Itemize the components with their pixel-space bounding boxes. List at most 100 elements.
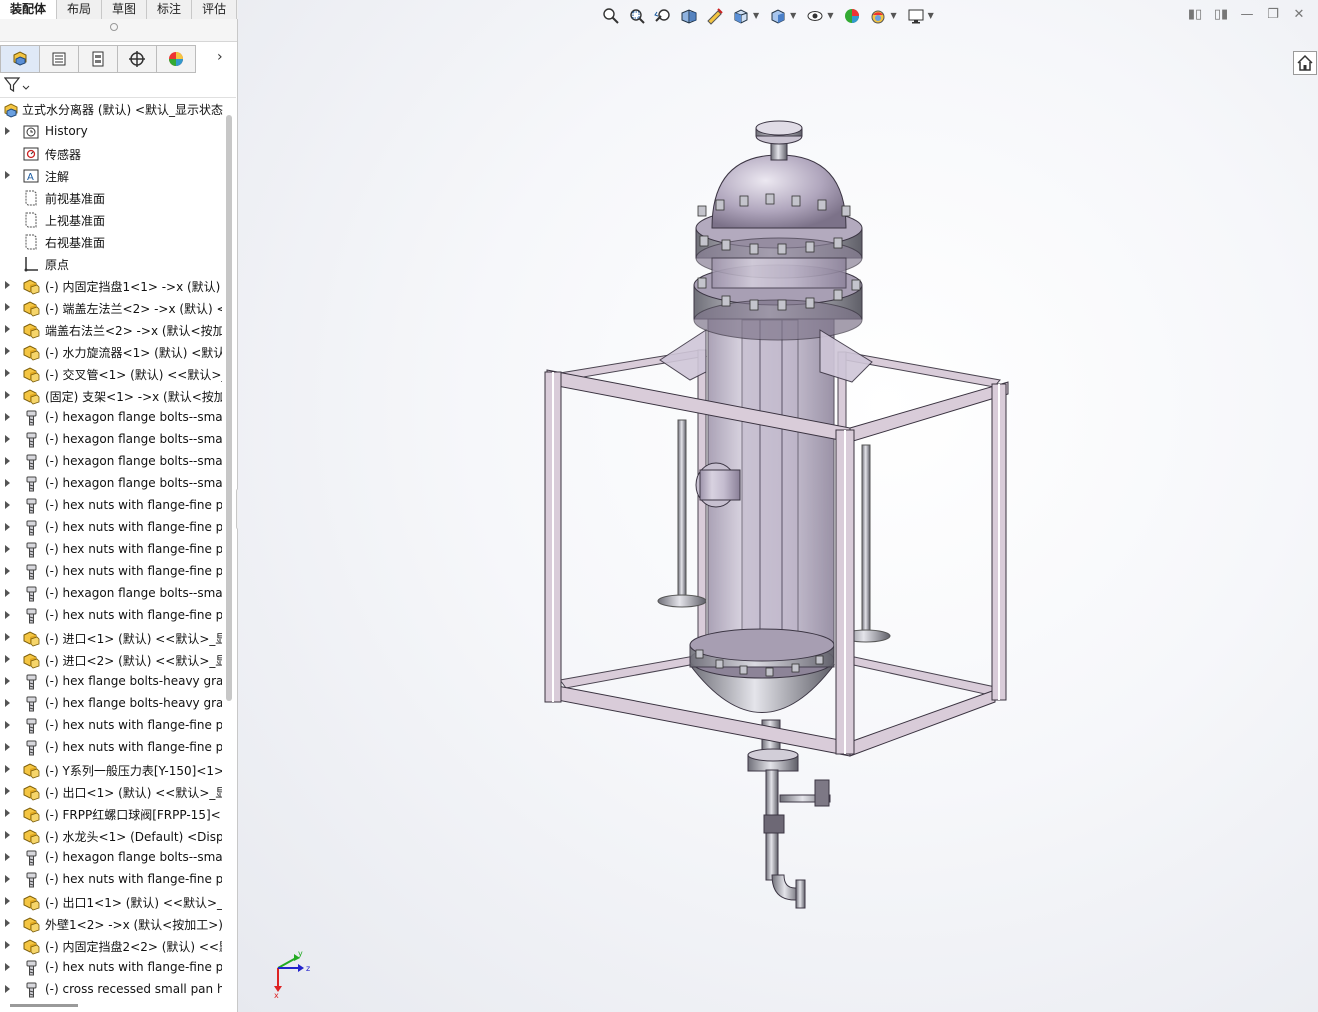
view-settings-button[interactable] (905, 6, 927, 26)
expand-arrow-icon[interactable] (5, 677, 10, 685)
tree-item[interactable]: (-) hex flange bolts-heavy gra (0, 671, 222, 693)
tree-item[interactable]: (-) hex nuts with flange-fine pi (0, 539, 222, 561)
tree-item[interactable]: (固定) 支架<1> ->x (默认<按加 (0, 385, 222, 407)
tree-item[interactable]: (-) hex nuts with flange-fine pi (0, 495, 222, 517)
tree-item[interactable]: (-) 内固定挡盘2<2> (默认) <<默 (0, 935, 222, 957)
tree-item[interactable]: (-) 端盖左法兰<2> ->x (默认) < (0, 297, 222, 319)
dropdown-caret-icon[interactable]: ▼ (790, 6, 796, 26)
expand-arrow-icon[interactable] (5, 831, 10, 839)
expand-arrow-icon[interactable] (5, 413, 10, 421)
tree-item[interactable]: (-) hex nuts with flange-fine pi (0, 715, 222, 737)
expand-arrow-icon[interactable] (5, 941, 10, 949)
expand-arrow-icon[interactable] (5, 699, 10, 707)
dropdown-caret-icon[interactable]: ▼ (827, 6, 833, 26)
expand-arrow-icon[interactable] (5, 391, 10, 399)
expand-arrow-icon[interactable] (5, 567, 10, 575)
dynamic-annotation-button[interactable] (704, 6, 726, 26)
command-tab-3[interactable]: 标注 (147, 0, 193, 19)
fm-tab-feature-manager[interactable] (0, 45, 40, 73)
expand-arrow-icon[interactable] (5, 303, 10, 311)
tree-item[interactable]: (-) hex nuts with flange-fine pi (0, 605, 222, 627)
expand-arrow-icon[interactable] (5, 589, 10, 597)
expand-arrow-icon[interactable] (5, 655, 10, 663)
tree-item[interactable]: (-) hex nuts with flange-fine pi (0, 517, 222, 539)
expand-arrow-icon[interactable] (5, 457, 10, 465)
display-style-button[interactable] (767, 6, 789, 26)
more-tabs-chevron-icon[interactable]: › (217, 49, 223, 65)
expand-arrow-icon[interactable] (5, 765, 10, 773)
fm-tab-property-manager[interactable] (40, 45, 79, 73)
expand-arrow-icon[interactable] (5, 721, 10, 729)
dropdown-caret-icon[interactable]: ▼ (890, 6, 896, 26)
zoom-to-area-button[interactable] (626, 6, 648, 26)
tree-vertical-scrollbar[interactable] (226, 115, 232, 701)
fm-tab-display-manager[interactable] (157, 45, 196, 73)
previous-view-button[interactable] (652, 6, 674, 26)
tree-item[interactable]: (-) 进口<2> (默认) <<默认>_显 (0, 649, 222, 671)
tree-item[interactable]: 上视基准面 (0, 209, 222, 231)
tree-item[interactable]: (-) hex nuts with flange-fine pi (0, 561, 222, 583)
minimize-icon[interactable]: — (1239, 6, 1255, 22)
expand-arrow-icon[interactable] (5, 611, 10, 619)
expand-arrow-icon[interactable] (5, 479, 10, 487)
dropdown-caret-icon[interactable]: ▼ (753, 6, 759, 26)
tree-root-assembly[interactable]: 立式水分离器 (默认) <默认_显示状态 (0, 99, 225, 119)
expand-arrow-icon[interactable] (5, 281, 10, 289)
tree-item[interactable]: (-) 内固定挡盘1<1> ->x (默认) (0, 275, 222, 297)
tree-item[interactable]: (-) 出口<1> (默认) <<默认>_显 (0, 781, 222, 803)
graphics-viewport[interactable] (238, 0, 1318, 1012)
expand-arrow-icon[interactable] (5, 853, 10, 861)
view-orientation-button[interactable] (730, 6, 752, 26)
tree-item[interactable]: 前视基准面 (0, 187, 222, 209)
expand-arrow-icon[interactable] (5, 325, 10, 333)
command-tab-0[interactable]: 装配体 (0, 0, 58, 19)
tree-item[interactable]: (-) 水龙头<1> (Default) <Displ (0, 825, 222, 847)
tile-right-icon[interactable]: ▯▮ (1213, 6, 1229, 22)
tree-item[interactable]: A 注解 (0, 165, 222, 187)
tree-item[interactable]: 原点 (0, 253, 222, 275)
close-icon[interactable]: ✕ (1291, 6, 1307, 22)
tree-item[interactable]: (-) hex nuts with flange-fine pi (0, 957, 222, 979)
restore-icon[interactable]: ❐ (1265, 6, 1281, 22)
tree-item[interactable]: (-) cross recessed small pan h (0, 979, 222, 1001)
home-view-button[interactable] (1293, 51, 1317, 75)
tree-item[interactable]: (-) hex nuts with flange-fine pi (0, 869, 222, 891)
tree-item[interactable]: (-) 交叉管<1> (默认) <<默认>_ (0, 363, 222, 385)
expand-arrow-icon[interactable] (5, 919, 10, 927)
expand-arrow-icon[interactable] (5, 127, 10, 135)
tree-item[interactable]: (-) hexagon flange bolts--sma (0, 847, 222, 869)
expand-arrow-icon[interactable] (5, 435, 10, 443)
expand-arrow-icon[interactable] (5, 897, 10, 905)
expand-arrow-icon[interactable] (5, 963, 10, 971)
tree-item[interactable]: (-) hexagon flange bolts--sma (0, 583, 222, 605)
command-tab-1[interactable]: 布局 (57, 0, 103, 19)
expand-arrow-icon[interactable] (5, 523, 10, 531)
tree-item[interactable]: (-) hex nuts with flange-fine pi (0, 737, 222, 759)
fm-tab-dimxpert-manager[interactable] (118, 45, 157, 73)
tree-item[interactable]: (-) 进口<1> (默认) <<默认>_显 (0, 627, 222, 649)
dropdown-caret-icon[interactable]: ▼ (928, 6, 934, 26)
tree-item[interactable]: (-) hexagon flange bolts--sma (0, 429, 222, 451)
tree-item[interactable]: (-) hexagon flange bolts--sma (0, 407, 222, 429)
apply-scene-button[interactable] (867, 6, 889, 26)
tree-item[interactable]: (-) FRPP红螺口球阀[FRPP-15]<1 (0, 803, 222, 825)
expand-arrow-icon[interactable] (5, 633, 10, 641)
panel-splitter-handle[interactable] (0, 19, 237, 42)
expand-arrow-icon[interactable] (5, 501, 10, 509)
tile-left-icon[interactable]: ▮▯ (1187, 6, 1203, 22)
command-tab-2[interactable]: 草图 (102, 0, 148, 19)
tree-item[interactable]: (-) 出口1<1> (默认) <<默认>_显 (0, 891, 222, 913)
edit-appearance-button[interactable] (841, 6, 863, 26)
section-view-button[interactable] (678, 6, 700, 26)
tree-item[interactable]: 右视基准面 (0, 231, 222, 253)
tree-horizontal-scrollbar[interactable] (10, 1004, 78, 1007)
fm-tab-configuration-manager[interactable] (79, 45, 118, 73)
command-tab-4[interactable]: 评估 (192, 0, 238, 19)
tree-item[interactable]: 外壁1<2> ->x (默认<按加工>) (0, 913, 222, 935)
expand-arrow-icon[interactable] (5, 787, 10, 795)
zoom-to-fit-button[interactable] (600, 6, 622, 26)
expand-arrow-icon[interactable] (5, 347, 10, 355)
tree-item[interactable]: (-) hex flange bolts-heavy gra (0, 693, 222, 715)
expand-arrow-icon[interactable] (5, 985, 10, 993)
expand-arrow-icon[interactable] (5, 809, 10, 817)
